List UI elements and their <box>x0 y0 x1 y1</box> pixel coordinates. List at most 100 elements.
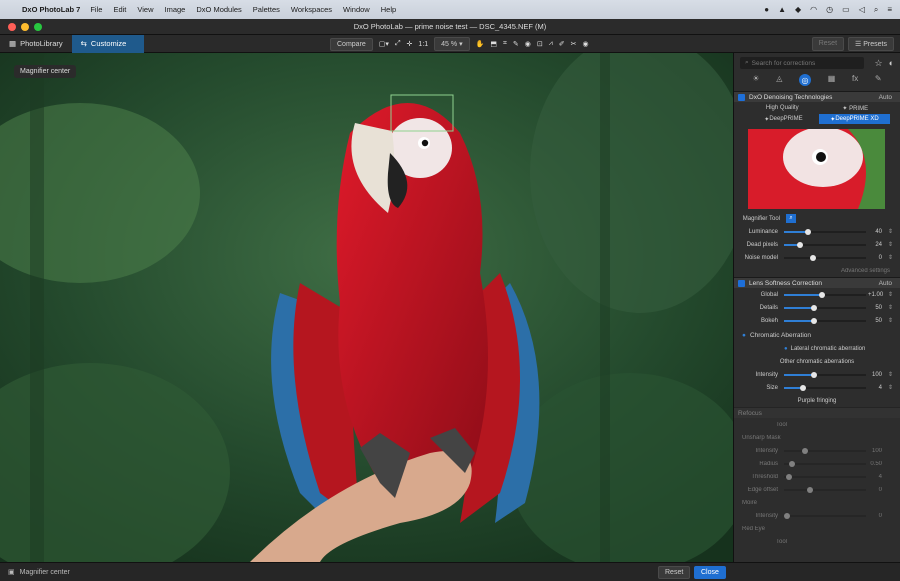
unsharp-edge-row: Edge offset 0 <box>747 486 882 493</box>
spotlight-icon[interactable]: ⌕ <box>874 5 878 15</box>
eyedropper-icon[interactable]: ✎ <box>513 40 519 48</box>
denoise-checkbox[interactable] <box>738 93 745 101</box>
reset-icon[interactable]: ⇕ <box>888 228 893 235</box>
compare-button[interactable]: Compare <box>330 37 373 51</box>
shield-icon[interactable]: ◆ <box>795 5 801 14</box>
dead-pixels-slider[interactable] <box>784 241 866 248</box>
global-slider[interactable] <box>784 291 866 298</box>
unsharp-radius-slider[interactable] <box>784 460 866 467</box>
star-icon[interactable]: ☆ <box>874 58 882 69</box>
menu-help[interactable]: Help <box>381 5 396 14</box>
close-window-icon[interactable] <box>8 23 16 31</box>
search-input[interactable]: ⌕ Search for corrections <box>740 57 865 69</box>
purple-fringing[interactable]: Purple fringing <box>734 394 900 407</box>
chroma-section-header[interactable]: ● Chromatic Aberration <box>734 329 900 342</box>
details-slider[interactable] <box>784 304 866 311</box>
zoom-window-icon[interactable] <box>34 23 42 31</box>
lens-section-header[interactable]: Lens Softness Correction Auto <box>734 277 900 288</box>
menu-dxo-modules[interactable]: DxO Modules <box>196 5 241 14</box>
color-icon[interactable]: ◬ <box>776 74 782 86</box>
minimize-window-icon[interactable] <box>21 23 29 31</box>
lens-auto-button[interactable]: Auto <box>879 280 892 287</box>
fit-icon[interactable]: ⤢ <box>395 40 401 48</box>
timemachine-icon[interactable]: ◷ <box>826 5 833 14</box>
close-button[interactable]: Close <box>694 566 726 579</box>
unsharp-threshold-slider[interactable] <box>784 473 866 480</box>
effects-icon[interactable]: fx <box>852 74 858 86</box>
lateral-checkbox[interactable]: ● <box>784 346 788 352</box>
deepprimexd-option[interactable]: ✦ DeepPRIME XD <box>819 114 890 124</box>
repair-icon[interactable]: ✂ <box>571 40 577 48</box>
reset-icon[interactable]: ⇕ <box>888 241 893 248</box>
denoise-auto-button[interactable]: Auto <box>879 94 892 101</box>
noise-model-slider[interactable] <box>784 254 866 261</box>
horizon-icon[interactable]: ⩘ <box>549 40 553 48</box>
prime-option[interactable]: ✦ PRIME <box>842 105 868 112</box>
presets-button[interactable]: ☰ Presets <box>848 37 894 51</box>
moire-section-header[interactable]: Moiré <box>734 496 900 509</box>
unsharp-edge-slider[interactable] <box>784 486 866 493</box>
deepprime-option[interactable]: ✦ DeepPRIME <box>748 114 819 124</box>
chroma-intensity-slider[interactable] <box>784 371 866 378</box>
wifi-icon[interactable]: ◠ <box>810 5 817 14</box>
chroma-checkbox[interactable]: ● <box>742 332 746 339</box>
menu-window[interactable]: Window <box>343 5 370 14</box>
reset-icon[interactable]: ⇕ <box>888 291 893 298</box>
app-menu[interactable]: DxO PhotoLab 7 <box>22 5 80 14</box>
crop-tool-icon[interactable]: ⌗ <box>503 40 507 48</box>
unsharp-intensity-slider[interactable] <box>784 447 866 454</box>
unsharp-section-header[interactable]: Unsharp Mask <box>734 431 900 444</box>
detail-icon[interactable]: ◎ <box>799 74 812 86</box>
menu-image[interactable]: Image <box>165 5 186 14</box>
magnifier-icon[interactable]: ⌕ <box>786 214 796 223</box>
menu-file[interactable]: File <box>90 5 102 14</box>
hand-icon[interactable]: ✋ <box>476 40 485 48</box>
menu-workspaces[interactable]: Workspaces <box>291 5 332 14</box>
creative-cloud-icon[interactable]: ● <box>764 5 769 14</box>
menu-palettes[interactable]: Palettes <box>253 5 280 14</box>
denoise-section-header[interactable]: DxO Denoising Technologies Auto <box>734 91 900 102</box>
perspective-icon[interactable]: ⊡ <box>537 40 543 48</box>
palette-icons: ☀ ◬ ◎ ▦ fx ✎ <box>734 69 900 91</box>
reset-icon[interactable]: ⇕ <box>888 384 893 391</box>
chroma-size-slider[interactable] <box>784 384 866 391</box>
deepprime-modes: ✦ DeepPRIME ✦ DeepPRIME XD <box>748 114 890 124</box>
luminance-slider[interactable] <box>784 228 866 235</box>
reset-button[interactable]: Reset <box>811 37 845 51</box>
brush-icon[interactable]: ✐ <box>559 40 565 48</box>
menu-edit[interactable]: Edit <box>113 5 126 14</box>
reset-icon[interactable]: ⇕ <box>888 304 893 311</box>
straighten-icon[interactable]: ⬒ <box>490 40 497 48</box>
control-center-icon[interactable]: ≡ <box>887 5 892 14</box>
redeye-section-header[interactable]: Red Eye <box>734 522 900 535</box>
eye-icon[interactable]: ◉ <box>582 40 588 48</box>
local-icon[interactable]: ✎ <box>875 74 882 86</box>
bokeh-row: Bokeh 50 ⇕ <box>760 317 894 324</box>
tab-customize[interactable]: ⇆ Customize <box>71 34 144 53</box>
geometry-icon[interactable]: ▦ <box>828 74 836 86</box>
reset-icon[interactable]: ⇕ <box>888 254 893 261</box>
tab-photolibrary[interactable]: ▦ PhotoLibrary <box>0 35 72 53</box>
ratio-button[interactable]: 1:1 <box>418 41 428 48</box>
move-icon[interactable]: ✛ <box>407 40 413 48</box>
zoom-select[interactable]: 45 % ▾ <box>434 37 470 51</box>
hq-option[interactable]: High Quality <box>766 105 799 112</box>
toggle-icon[interactable]: ◐ <box>889 58 894 68</box>
reset-icon[interactable]: ⇕ <box>888 317 893 324</box>
refocus-section-header[interactable]: Refocus <box>734 407 900 418</box>
reset-status-button[interactable]: Reset <box>658 566 691 579</box>
menu-view[interactable]: View <box>137 5 153 14</box>
drive-icon[interactable]: ▲ <box>778 5 786 14</box>
volume-icon[interactable]: ◁ <box>859 5 865 14</box>
lens-checkbox[interactable] <box>738 279 745 287</box>
moire-intensity-slider[interactable] <box>784 512 866 519</box>
reset-icon[interactable]: ⇕ <box>888 371 893 378</box>
bokeh-slider[interactable] <box>784 317 866 324</box>
lateral-row[interactable]: ● Lateral chromatic aberration <box>734 342 900 355</box>
crop-icon[interactable]: ▢▾ <box>379 40 389 48</box>
redeye-icon[interactable]: ◉ <box>525 40 531 48</box>
light-icon[interactable]: ☀ <box>752 74 759 86</box>
image-viewer[interactable]: Magnifier center <box>0 53 733 562</box>
advanced-settings[interactable]: Advanced settings <box>734 264 900 277</box>
battery-icon[interactable]: ▭ <box>842 5 850 14</box>
